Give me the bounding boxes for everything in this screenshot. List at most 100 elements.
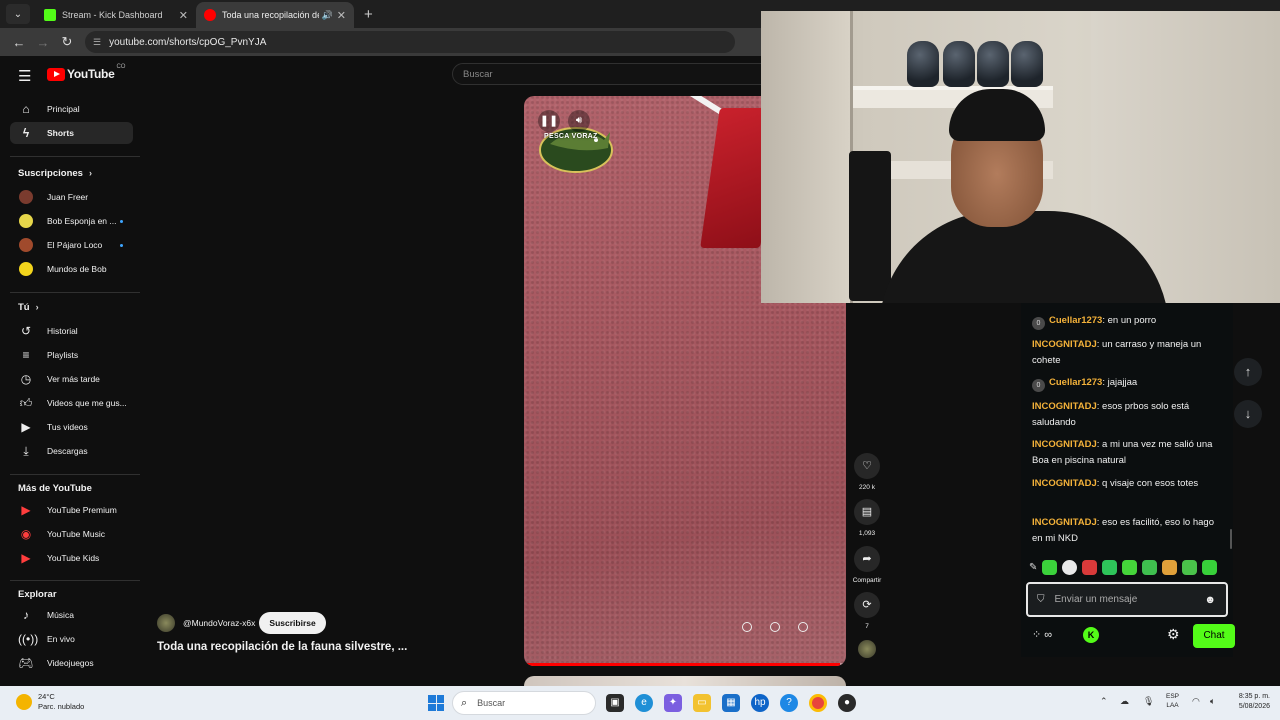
subscriptions-heading[interactable]: Suscripciones › xyxy=(18,168,92,179)
cloud-icon[interactable]: ☁ xyxy=(1120,696,1129,707)
sidebar-item-premium[interactable]: ▶ YouTube Premium xyxy=(10,499,133,521)
chat-username[interactable]: INCOGNITADJ xyxy=(1032,478,1097,489)
back-arrow-icon[interactable]: ← xyxy=(7,35,31,50)
chat-username[interactable]: INCOGNITADJ xyxy=(1032,339,1097,350)
sidebar-item-subscription[interactable]: Mundos de Bob xyxy=(10,258,133,280)
taskbar-search-input[interactable]: ⌕ Buscar xyxy=(452,691,596,715)
indicator-dot[interactable] xyxy=(798,622,808,632)
speaker-icon[interactable]: 🔊 xyxy=(322,10,333,21)
sidebar-item-shorts[interactable]: ϟ Shorts xyxy=(10,122,133,144)
url-field[interactable]: ☰ youtube.com/shorts/cpOG_PvnYJA xyxy=(85,31,735,53)
emote[interactable] xyxy=(1042,560,1058,575)
video-progress-bar[interactable] xyxy=(524,663,846,666)
wifi-icon[interactable]: ◠ xyxy=(1192,696,1200,707)
chrome-icon[interactable] xyxy=(809,694,827,712)
emote[interactable] xyxy=(1082,560,1098,575)
task-view-icon[interactable]: ▣ xyxy=(606,694,624,712)
remix-action[interactable]: ⟳ 7 xyxy=(854,592,880,630)
you-heading[interactable]: Tú › xyxy=(18,302,39,313)
youtube-search-input[interactable]: Buscar xyxy=(452,63,762,85)
close-tab-icon[interactable]: ✕ xyxy=(337,9,346,22)
sidebar-item-live[interactable]: ((•)) En vivo xyxy=(10,628,133,650)
volume-button[interactable]: 🔊︎ xyxy=(568,110,590,132)
browser-tab-kick[interactable]: Stream - Kick Dashboard ✕ xyxy=(36,2,196,28)
channel-points[interactable]: ⁘ ∞ xyxy=(1032,628,1052,641)
weather-widget[interactable]: 24°C Parc. nublado xyxy=(16,692,84,712)
close-tab-icon[interactable]: ✕ xyxy=(179,9,188,22)
pause-button[interactable]: ❚❚ xyxy=(538,110,560,132)
new-tab-button[interactable]: + xyxy=(364,6,373,23)
forward-arrow-icon[interactable]: → xyxy=(31,35,55,50)
youtube-logo[interactable]: YouTube CO xyxy=(47,64,125,81)
volume-icon[interactable]: 🔈︎ xyxy=(1210,696,1215,707)
scroll-down-button[interactable]: ↓ xyxy=(1234,400,1262,428)
emote[interactable] xyxy=(1162,560,1178,575)
remix-icon[interactable]: ⟳ xyxy=(854,592,880,618)
sidebar-item-subscription[interactable]: El Pájaro Loco xyxy=(10,234,133,256)
sidebar-item-subscription[interactable]: Juan Freer xyxy=(10,186,133,208)
heart-icon[interactable]: ♡ xyxy=(854,453,880,479)
pencil-icon[interactable]: ✎ xyxy=(1029,562,1037,573)
subscribe-button[interactable]: Suscribirse xyxy=(259,612,326,634)
share-action[interactable]: ➦ Compartir xyxy=(853,546,881,584)
emote[interactable] xyxy=(1182,560,1198,575)
sidebar-item-playlists[interactable]: ≡ Playlists xyxy=(10,344,133,366)
chevron-up-icon[interactable]: ⌃ xyxy=(1100,696,1108,707)
tab-search-button[interactable]: ⌄ xyxy=(6,4,30,24)
channel-avatar[interactable] xyxy=(157,614,175,632)
reload-icon[interactable]: ↻ xyxy=(55,34,79,50)
comment-icon[interactable]: ▤ xyxy=(854,499,880,525)
chat-username[interactable]: INCOGNITADJ xyxy=(1032,517,1097,528)
comment-action[interactable]: ▤ 1,093 xyxy=(854,499,880,537)
sidebar-item-your-videos[interactable]: ▶ Tus videos xyxy=(10,416,133,438)
sidebar-item-downloads[interactable]: ⤓ Descargas xyxy=(10,440,133,462)
sidebar-item-music[interactable]: ◉ YouTube Music xyxy=(10,523,133,545)
hp-icon[interactable]: hp xyxy=(751,694,769,712)
emote[interactable] xyxy=(1102,560,1118,575)
short-title[interactable]: Toda una recopilación de la fauna silves… xyxy=(157,641,407,653)
like-action[interactable]: ♡ 220 k xyxy=(854,453,880,491)
channel-name[interactable]: @MundoVoraz-x6x xyxy=(183,618,255,628)
chat-username[interactable]: INCOGNITADJ xyxy=(1032,401,1097,412)
share-icon[interactable]: ➦ xyxy=(854,546,880,572)
chat-scrollbar[interactable] xyxy=(1230,529,1232,549)
emote[interactable] xyxy=(1202,560,1218,575)
sidebar-item-subscription[interactable]: Bob Esponja en ... xyxy=(10,210,133,232)
sidebar-item-historial[interactable]: ↺ Historial xyxy=(10,320,133,342)
file-explorer-icon[interactable]: ▭ xyxy=(693,694,711,712)
indicator-dot[interactable] xyxy=(770,622,780,632)
sidebar-item-watch-later[interactable]: ◷ Ver más tarde xyxy=(10,368,133,390)
emoji-icon[interactable]: ☻ xyxy=(1204,594,1216,606)
scroll-up-button[interactable]: ↑ xyxy=(1234,358,1262,386)
hamburger-menu-icon[interactable]: ☰ xyxy=(18,67,31,85)
microphone-icon[interactable]: 🎙︎ xyxy=(1143,696,1154,707)
sidebar-item-musica[interactable]: ♪ Música xyxy=(10,604,133,626)
browser-tab-youtube[interactable]: Toda una recopilación de la 🔊 ✕ xyxy=(196,2,354,28)
chat-message-input[interactable]: ⛉ Enviar un mensaje ☻ xyxy=(1026,582,1228,617)
chat-username[interactable]: INCOGNITADJ xyxy=(1032,439,1097,450)
chat-username[interactable]: Cuellar1273 xyxy=(1049,377,1102,388)
emote[interactable] xyxy=(1122,560,1138,575)
sound-action[interactable] xyxy=(854,640,880,658)
language-indicator[interactable]: ESP LAA xyxy=(1166,692,1179,710)
sidebar-item-liked[interactable]: 👍︎ Videos que me gus... xyxy=(10,392,133,414)
help-icon[interactable]: ? xyxy=(780,694,798,712)
site-info-icon[interactable]: ☰ xyxy=(93,37,101,48)
channel-sound-avatar[interactable] xyxy=(858,640,876,658)
edge-icon[interactable]: e xyxy=(635,694,653,712)
system-clock[interactable]: 8:35 p. m. 5/08/2026 xyxy=(1228,692,1270,712)
obs-icon[interactable]: ● xyxy=(838,694,856,712)
send-chat-button[interactable]: Chat xyxy=(1193,624,1235,648)
windows-start-icon[interactable] xyxy=(428,695,444,711)
emote[interactable] xyxy=(1142,560,1158,575)
kick-badge-icon[interactable]: K xyxy=(1083,627,1099,643)
emote[interactable] xyxy=(1062,560,1078,575)
sidebar-item-principal[interactable]: ⌂ Principal xyxy=(10,98,133,120)
sidebar-item-gaming[interactable]: 🎮︎ Videojuegos xyxy=(10,652,133,674)
chat-username[interactable]: Cuellar1273 xyxy=(1049,315,1102,326)
sidebar-item-kids[interactable]: ▶ YouTube Kids xyxy=(10,547,133,569)
gear-icon[interactable]: ⚙ xyxy=(1167,626,1180,643)
copilot-icon[interactable]: ✦ xyxy=(664,694,682,712)
indicator-dot[interactable] xyxy=(742,622,752,632)
store-icon[interactable]: ▦ xyxy=(722,694,740,712)
